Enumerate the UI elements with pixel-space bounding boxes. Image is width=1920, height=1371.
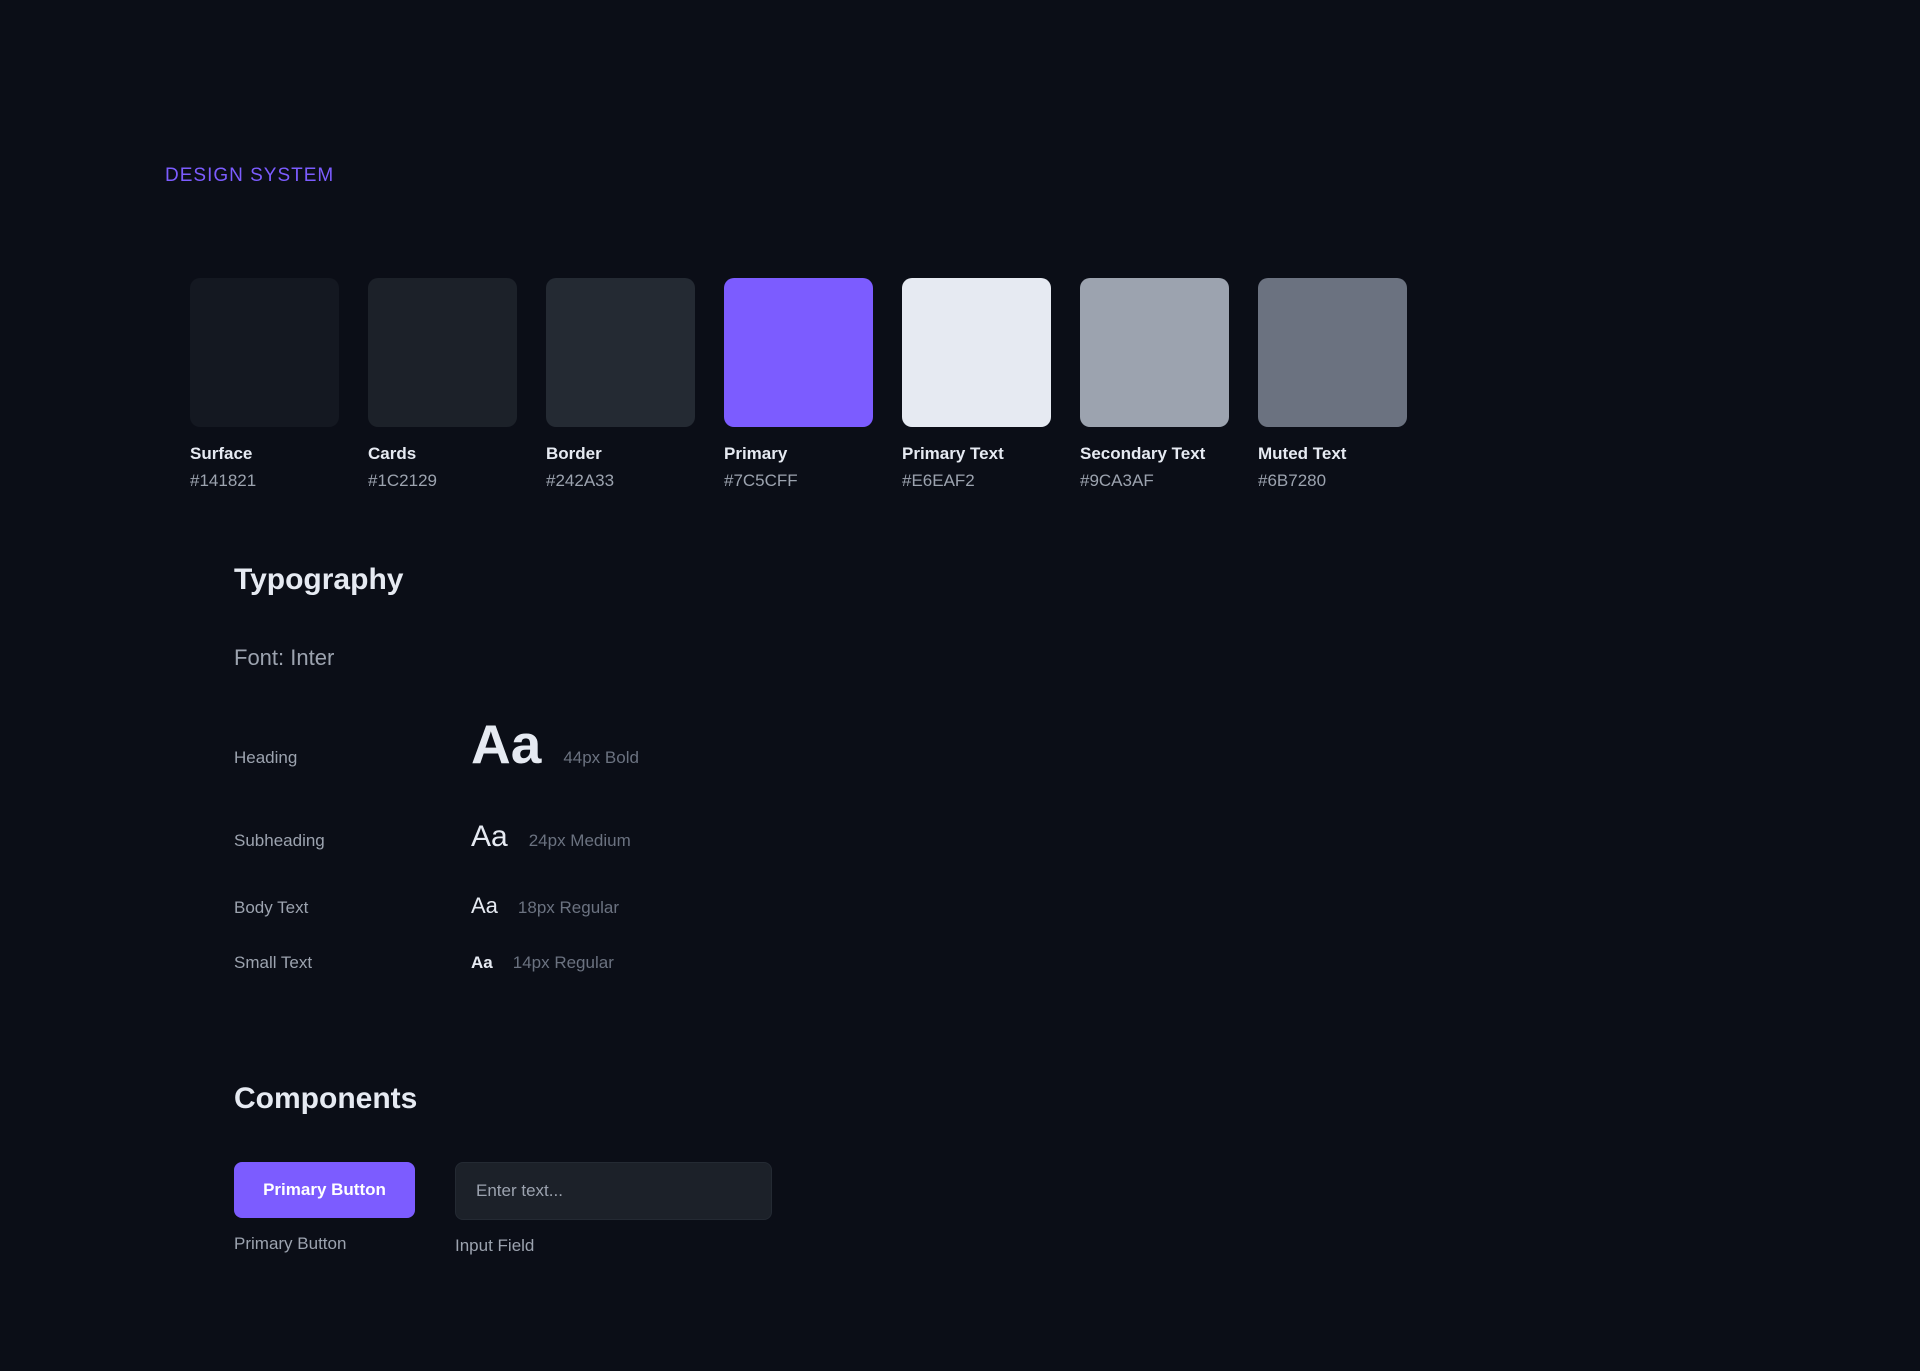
color-swatch-secondary-text: Secondary Text #9CA3AF xyxy=(1080,278,1229,491)
type-row-subheading: Subheading Aa 24px Medium xyxy=(234,820,631,854)
type-row-label: Small Text xyxy=(234,953,313,972)
color-swatch-cards: Cards #1C2129 xyxy=(368,278,517,491)
swatch-name: Primary Text xyxy=(902,444,1004,463)
type-row-sample: Aa xyxy=(471,820,508,853)
swatch-hex: #9CA3AF xyxy=(1080,471,1154,490)
type-row-label: Subheading xyxy=(234,831,325,850)
swatch-color-box xyxy=(1258,278,1407,427)
font-family-label: Font: Inter xyxy=(234,645,335,670)
swatch-hex: #1C2129 xyxy=(368,471,438,490)
primary-button-caption: Primary Button xyxy=(234,1234,347,1253)
swatch-hex: #141821 xyxy=(190,471,257,490)
type-row-sample: Aa xyxy=(471,713,542,775)
swatch-name: Cards xyxy=(368,444,417,463)
type-row-small: Small Text Aa 14px Regular xyxy=(234,953,614,973)
type-row-spec: 18px Regular xyxy=(517,898,620,917)
components-heading: Components xyxy=(234,1082,418,1115)
swatch-name: Border xyxy=(546,444,602,463)
swatch-name: Primary xyxy=(724,444,788,463)
swatch-hex: #7C5CFF xyxy=(724,471,798,490)
color-swatch-row: Surface #141821 Cards #1C2129 Border #24… xyxy=(190,278,1407,491)
type-row-body: Body Text Aa 18px Regular xyxy=(234,893,619,919)
color-swatch-border: Border #242A33 xyxy=(546,278,695,491)
input-field-caption: Input Field xyxy=(455,1236,535,1255)
swatch-color-box xyxy=(724,278,873,427)
type-row-spec: 14px Regular xyxy=(512,953,614,972)
swatch-color-box xyxy=(1080,278,1229,427)
type-row-spec: 24px Medium xyxy=(528,831,631,850)
swatch-name: Surface xyxy=(190,444,253,463)
swatch-name: Muted Text xyxy=(1258,444,1347,463)
type-row-label: Body Text xyxy=(234,898,309,917)
text-input-field[interactable] xyxy=(455,1162,772,1220)
swatch-color-box xyxy=(902,278,1051,427)
swatch-hex: #E6EAF2 xyxy=(902,471,975,490)
color-swatch-primary: Primary #7C5CFF xyxy=(724,278,873,491)
swatch-color-box xyxy=(546,278,695,427)
section-eyebrow: DESIGN SYSTEM xyxy=(165,165,335,186)
swatch-color-box xyxy=(190,278,339,427)
swatch-hex: #6B7280 xyxy=(1258,471,1327,490)
primary-button[interactable]: Primary Button xyxy=(234,1162,415,1218)
type-row-sample: Aa xyxy=(471,953,493,972)
type-row-label: Heading xyxy=(234,748,298,767)
swatch-name: Secondary Text xyxy=(1080,444,1206,463)
color-swatch-primary-text: Primary Text #E6EAF2 xyxy=(902,278,1051,491)
design-system-page: DESIGN SYSTEM Surface #141821 Cards #1C2… xyxy=(0,0,1920,1371)
type-row-spec: 44px Bold xyxy=(563,748,639,767)
type-row-sample: Aa xyxy=(471,893,498,918)
type-row-heading: Heading Aa 44px Bold xyxy=(234,712,639,776)
swatch-hex: #242A33 xyxy=(546,471,615,490)
color-swatch-surface: Surface #141821 xyxy=(190,278,339,491)
typography-heading: Typography xyxy=(234,563,404,596)
swatch-color-box xyxy=(368,278,517,427)
color-swatch-muted-text: Muted Text #6B7280 xyxy=(1258,278,1407,491)
